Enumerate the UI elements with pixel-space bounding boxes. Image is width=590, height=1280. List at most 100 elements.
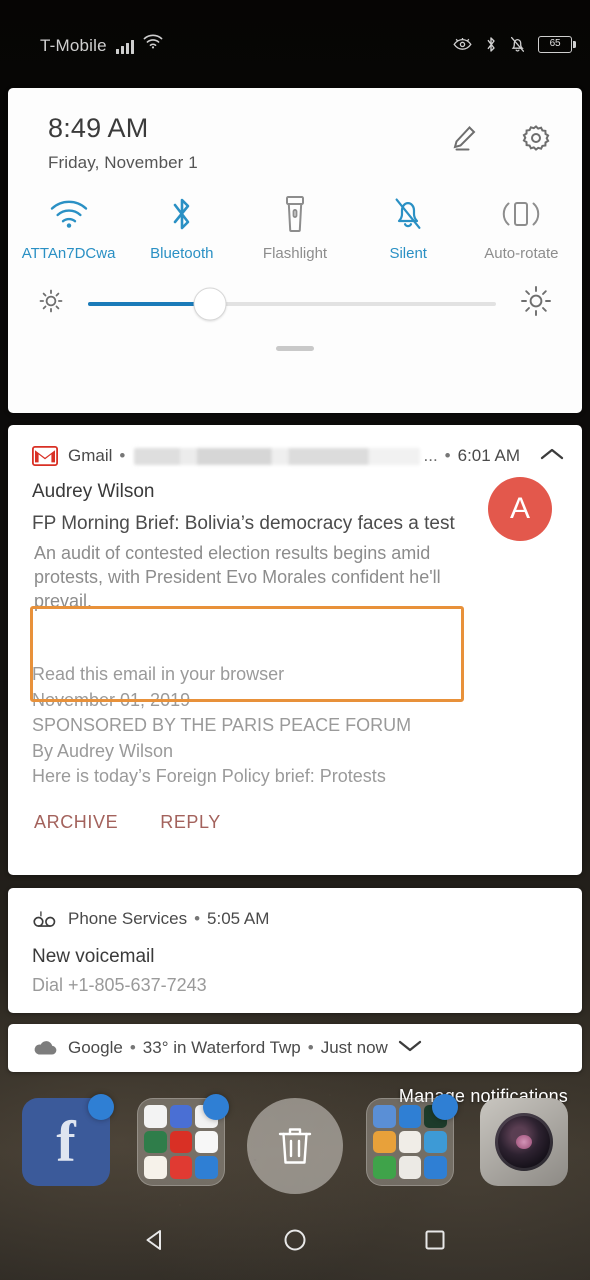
tile-label: Auto-rotate bbox=[484, 244, 559, 262]
gmail-icon bbox=[32, 443, 58, 469]
navigation-bar bbox=[0, 1200, 590, 1280]
clock-date: Friday, November 1 bbox=[48, 152, 198, 172]
folder-app-icon bbox=[195, 1130, 218, 1154]
separator-dot: • bbox=[119, 446, 126, 465]
dock-item-google-folder[interactable] bbox=[137, 1094, 229, 1186]
avatar-letter: A bbox=[509, 492, 530, 525]
status-bar-right: 65 bbox=[453, 35, 576, 53]
notification-header: Google • 33° in Waterford Twp • Just now bbox=[8, 1035, 582, 1061]
notification-header-text: Gmail • ... • 6:01 AM bbox=[68, 446, 520, 466]
chevron-up-icon[interactable] bbox=[540, 447, 564, 466]
notification-time: Just now bbox=[320, 1038, 388, 1057]
notification-voicemail[interactable]: Phone Services • 5:05 AM New voicemail D… bbox=[8, 888, 582, 1013]
brightness-slider[interactable] bbox=[88, 287, 496, 321]
brightness-high-icon bbox=[518, 283, 554, 324]
quick-settings-tiles: ATTAn7DCwa Bluetooth Flashlight Silent A… bbox=[8, 173, 582, 264]
body-line: SPONSORED BY THE PARIS PEACE FORUM bbox=[32, 715, 412, 736]
clock-block: 8:49 AM Friday, November 1 bbox=[48, 113, 198, 173]
archive-button[interactable]: ARCHIVE bbox=[34, 812, 118, 833]
gear-icon[interactable] bbox=[520, 122, 552, 159]
tile-label: Silent bbox=[389, 244, 427, 262]
flashlight-icon bbox=[283, 195, 307, 233]
email-body-lines: Read this email in your browser November… bbox=[32, 662, 564, 790]
body-line: Read this email in your browser bbox=[32, 664, 285, 685]
auto-rotate-icon bbox=[502, 195, 540, 233]
separator-dot: • bbox=[129, 1038, 136, 1057]
bluetooth-icon bbox=[169, 195, 195, 233]
notification-header: Phone Services • 5:05 AM bbox=[8, 888, 582, 932]
notification-body: A Audrey Wilson FP Morning Brief: Bolivi… bbox=[8, 469, 582, 833]
bluetooth-icon bbox=[485, 36, 497, 53]
notification-gmail[interactable]: Gmail • ... • 6:01 AM A Audrey Wilson FP… bbox=[8, 425, 582, 875]
folder-app-icon bbox=[144, 1105, 167, 1128]
camera-icon bbox=[480, 1098, 568, 1186]
recents-square-icon[interactable] bbox=[420, 1225, 450, 1255]
back-triangle-icon[interactable] bbox=[140, 1225, 170, 1255]
chevron-down-icon[interactable] bbox=[398, 1038, 422, 1058]
notification-actions: ARCHIVE REPLY bbox=[32, 790, 564, 833]
folder-app-icon bbox=[398, 1156, 422, 1179]
status-bar: T-Mobile 65 bbox=[0, 0, 590, 88]
tile-bluetooth[interactable]: Bluetooth bbox=[125, 195, 238, 264]
wifi-icon bbox=[49, 195, 89, 233]
separator-dot: • bbox=[194, 909, 201, 928]
notification-badge bbox=[203, 1094, 229, 1120]
tile-auto-rotate[interactable]: Auto-rotate bbox=[465, 195, 578, 264]
camera-lens bbox=[495, 1113, 553, 1171]
notification-badge bbox=[88, 1094, 114, 1120]
dock-item-social-folder[interactable] bbox=[366, 1094, 458, 1186]
folder-app-icon bbox=[398, 1130, 422, 1154]
notification-weather[interactable]: Google • 33° in Waterford Twp • Just now bbox=[8, 1024, 582, 1072]
folder-app-icon bbox=[169, 1105, 193, 1128]
voicemail-title: New voicemail bbox=[32, 946, 155, 967]
quick-settings-header: 8:49 AM Friday, November 1 bbox=[8, 88, 582, 173]
brightness-slider-knob[interactable] bbox=[193, 287, 227, 321]
home-circle-icon[interactable] bbox=[280, 1225, 310, 1255]
notification-header-text: Phone Services • 5:05 AM bbox=[68, 909, 564, 929]
notification-header-text: Google • 33° in Waterford Twp • Just now bbox=[68, 1038, 564, 1058]
body-line: Here is today’s Foreign Policy brief: Pr… bbox=[32, 766, 386, 787]
tile-flashlight[interactable]: Flashlight bbox=[238, 195, 351, 264]
account-truncation-label: ... bbox=[423, 446, 438, 465]
voicemail-icon bbox=[32, 906, 58, 932]
pencil-edit-icon[interactable] bbox=[448, 122, 480, 159]
clock-time: 8:49 AM bbox=[48, 113, 149, 143]
brightness-low-icon bbox=[36, 286, 66, 321]
notification-time: 6:01 AM bbox=[457, 446, 520, 465]
app-name-label: Gmail bbox=[68, 446, 113, 465]
brightness-slider-row bbox=[8, 263, 582, 324]
dock-item-delete-target[interactable] bbox=[247, 1098, 343, 1194]
folder-app-icon bbox=[169, 1156, 193, 1179]
folder-app-icon bbox=[424, 1156, 447, 1179]
folder-app-icon bbox=[424, 1130, 447, 1154]
folder-app-icon bbox=[169, 1130, 193, 1154]
signal-bars-icon bbox=[115, 39, 134, 54]
quick-settings-actions bbox=[448, 114, 552, 159]
tile-silent[interactable]: Silent bbox=[352, 195, 465, 264]
dock-item-facebook[interactable]: f bbox=[22, 1094, 114, 1186]
separator-dot: • bbox=[307, 1038, 314, 1057]
status-bar-left: T-Mobile bbox=[40, 34, 163, 54]
app-name-label: Phone Services bbox=[68, 909, 188, 928]
eye-comfort-icon bbox=[453, 37, 472, 51]
battery-icon: 65 bbox=[538, 35, 576, 53]
app-dock: f bbox=[0, 1094, 590, 1200]
email-sender: Audrey Wilson bbox=[32, 481, 155, 502]
folder-app-icon bbox=[144, 1156, 167, 1179]
voicemail-subtitle: Dial +1-805-637-7243 bbox=[32, 975, 207, 995]
notification-header: Gmail • ... • 6:01 AM bbox=[8, 425, 582, 469]
weather-summary: 33° in Waterford Twp bbox=[142, 1038, 301, 1057]
tile-label: Flashlight bbox=[262, 244, 328, 262]
panel-drag-handle[interactable] bbox=[276, 346, 314, 352]
facebook-glyph: f bbox=[56, 1109, 76, 1174]
brightness-slider-fill bbox=[88, 301, 211, 306]
cloud-icon bbox=[32, 1035, 58, 1061]
bell-slash-icon bbox=[392, 195, 424, 233]
tile-label: ATTAn7DCwa bbox=[21, 244, 116, 262]
dock-item-camera[interactable] bbox=[480, 1098, 568, 1186]
folder-app-icon bbox=[144, 1130, 167, 1154]
avatar: A bbox=[488, 477, 552, 541]
reply-button[interactable]: REPLY bbox=[160, 812, 221, 833]
trash-icon bbox=[247, 1098, 343, 1194]
tile-wifi[interactable]: ATTAn7DCwa bbox=[12, 195, 125, 264]
